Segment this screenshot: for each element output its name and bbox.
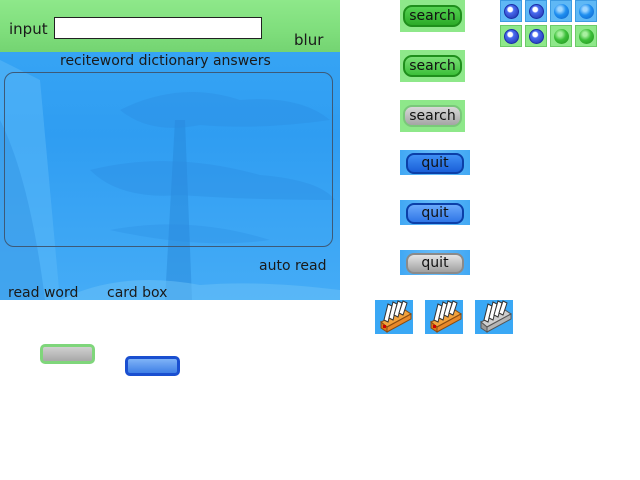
radio-green-unchecked-icon[interactable] bbox=[575, 25, 597, 47]
search-button-hover[interactable]: search bbox=[400, 50, 465, 82]
radio-blue-checked-icon[interactable] bbox=[500, 0, 522, 22]
search-button-label: search bbox=[403, 5, 462, 27]
blur-toggle[interactable]: blur bbox=[294, 31, 323, 49]
quit-button-disabled[interactable]: quit bbox=[400, 250, 470, 275]
answers-box bbox=[4, 72, 333, 247]
input-label: input bbox=[9, 20, 48, 38]
radio-blue-checked-icon[interactable] bbox=[525, 25, 547, 47]
search-button-disabled[interactable]: search bbox=[400, 100, 465, 132]
quit-button-label: quit bbox=[406, 253, 464, 274]
quit-button-label: quit bbox=[406, 203, 464, 224]
main-panel: input blur reciteword dictionary answers… bbox=[0, 0, 340, 300]
radio-green-unchecked-icon[interactable] bbox=[550, 25, 572, 47]
search-button-label: search bbox=[403, 105, 462, 127]
radio-blue-checked-icon[interactable] bbox=[525, 0, 547, 22]
quit-button[interactable]: quit bbox=[400, 150, 470, 175]
card-box-icon[interactable] bbox=[425, 300, 463, 334]
card-box-grey-icon[interactable] bbox=[475, 300, 513, 334]
quit-button-hover[interactable]: quit bbox=[400, 200, 470, 225]
search-button[interactable]: search bbox=[400, 0, 465, 32]
radio-blue-unchecked-icon[interactable] bbox=[550, 0, 572, 22]
read-word-link[interactable]: read word bbox=[8, 285, 78, 300]
word-input[interactable] bbox=[54, 17, 262, 39]
answers-title: reciteword dictionary answers bbox=[60, 53, 271, 69]
card-box-icon[interactable] bbox=[375, 300, 413, 334]
search-button-label: search bbox=[403, 55, 462, 77]
card-box-link[interactable]: card box bbox=[107, 285, 167, 300]
radio-blue-checked-icon[interactable] bbox=[500, 25, 522, 47]
blue-button[interactable] bbox=[125, 356, 180, 376]
grey-button[interactable] bbox=[40, 344, 95, 364]
radio-blue-unchecked-icon[interactable] bbox=[575, 0, 597, 22]
quit-button-label: quit bbox=[406, 153, 464, 174]
auto-read-toggle[interactable]: auto read bbox=[259, 258, 326, 274]
